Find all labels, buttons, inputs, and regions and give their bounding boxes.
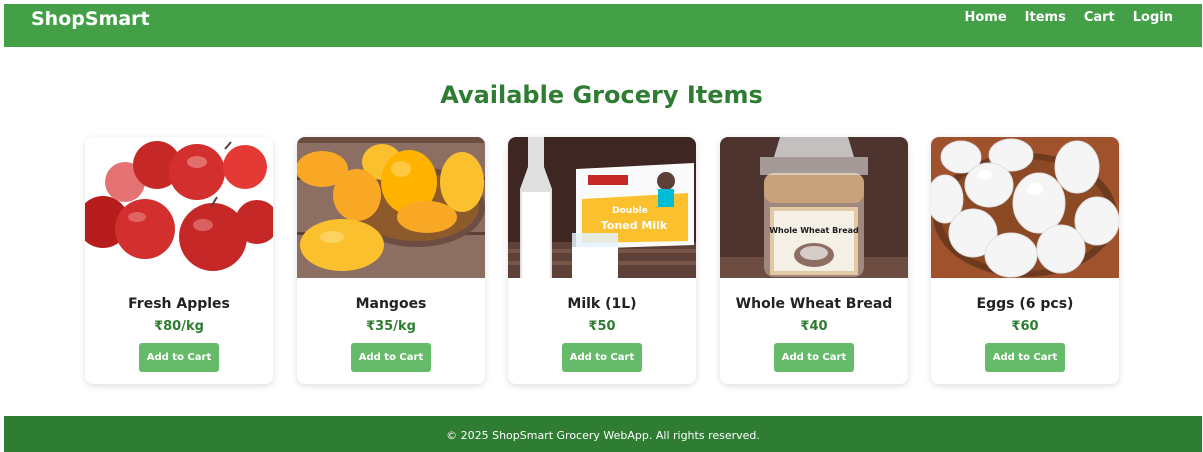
copyright-text: © 2025 ShopSmart Grocery WebApp. All rig… <box>446 429 760 442</box>
product-card: Double Toned Milk Milk (1L) ₹50 Add to C… <box>508 137 696 384</box>
top-navbar: ShopSmart Home Items Cart Login <box>4 4 1202 47</box>
add-to-cart-button[interactable]: Add to Cart <box>139 343 219 372</box>
nav-home-link[interactable]: Home <box>964 10 1006 25</box>
product-image-eggs <box>931 137 1119 278</box>
product-price: ₹40 <box>800 319 828 334</box>
page-title: Available Grocery Items <box>440 81 763 109</box>
product-name: Milk (1L) <box>567 296 637 312</box>
product-image-milk: Double Toned Milk <box>508 137 696 278</box>
product-price: ₹50 <box>588 319 616 334</box>
product-price: ₹35/kg <box>366 319 416 334</box>
product-image-apples <box>85 137 273 278</box>
product-image-bread: Whole Wheat Bread <box>720 137 908 278</box>
product-name: Eggs (6 pcs) <box>976 296 1074 312</box>
product-card: Eggs (6 pcs) ₹60 Add to Cart <box>931 137 1119 384</box>
brand-logo[interactable]: ShopSmart <box>31 8 150 30</box>
product-card: Fresh Apples ₹80/kg Add to Cart <box>85 137 273 384</box>
add-to-cart-button[interactable]: Add to Cart <box>774 343 854 372</box>
product-price: ₹60 <box>1011 319 1039 334</box>
product-card: Whole Wheat Bread Whole Wheat Bread ₹40 … <box>720 137 908 384</box>
product-card: Mangoes ₹35/kg Add to Cart <box>297 137 485 384</box>
add-to-cart-button[interactable]: Add to Cart <box>562 343 642 372</box>
product-price: ₹80/kg <box>154 319 204 334</box>
bread-label-text: Whole Wheat Bread <box>769 226 859 235</box>
nav-links: Home Items Cart Login <box>964 10 1173 25</box>
add-to-cart-button[interactable]: Add to Cart <box>351 343 431 372</box>
milk-label-text: Toned Milk <box>601 219 668 232</box>
product-image-mangoes <box>297 137 485 278</box>
nav-items-link[interactable]: Items <box>1025 10 1066 25</box>
nav-login-link[interactable]: Login <box>1133 10 1173 25</box>
nav-cart-link[interactable]: Cart <box>1084 10 1115 25</box>
add-to-cart-button[interactable]: Add to Cart <box>985 343 1065 372</box>
product-name: Mangoes <box>355 296 427 312</box>
product-name: Fresh Apples <box>128 296 230 312</box>
page-footer: © 2025 ShopSmart Grocery WebApp. All rig… <box>4 416 1202 452</box>
milk-brand-text: Double <box>612 206 648 216</box>
product-name: Whole Wheat Bread <box>735 296 893 312</box>
